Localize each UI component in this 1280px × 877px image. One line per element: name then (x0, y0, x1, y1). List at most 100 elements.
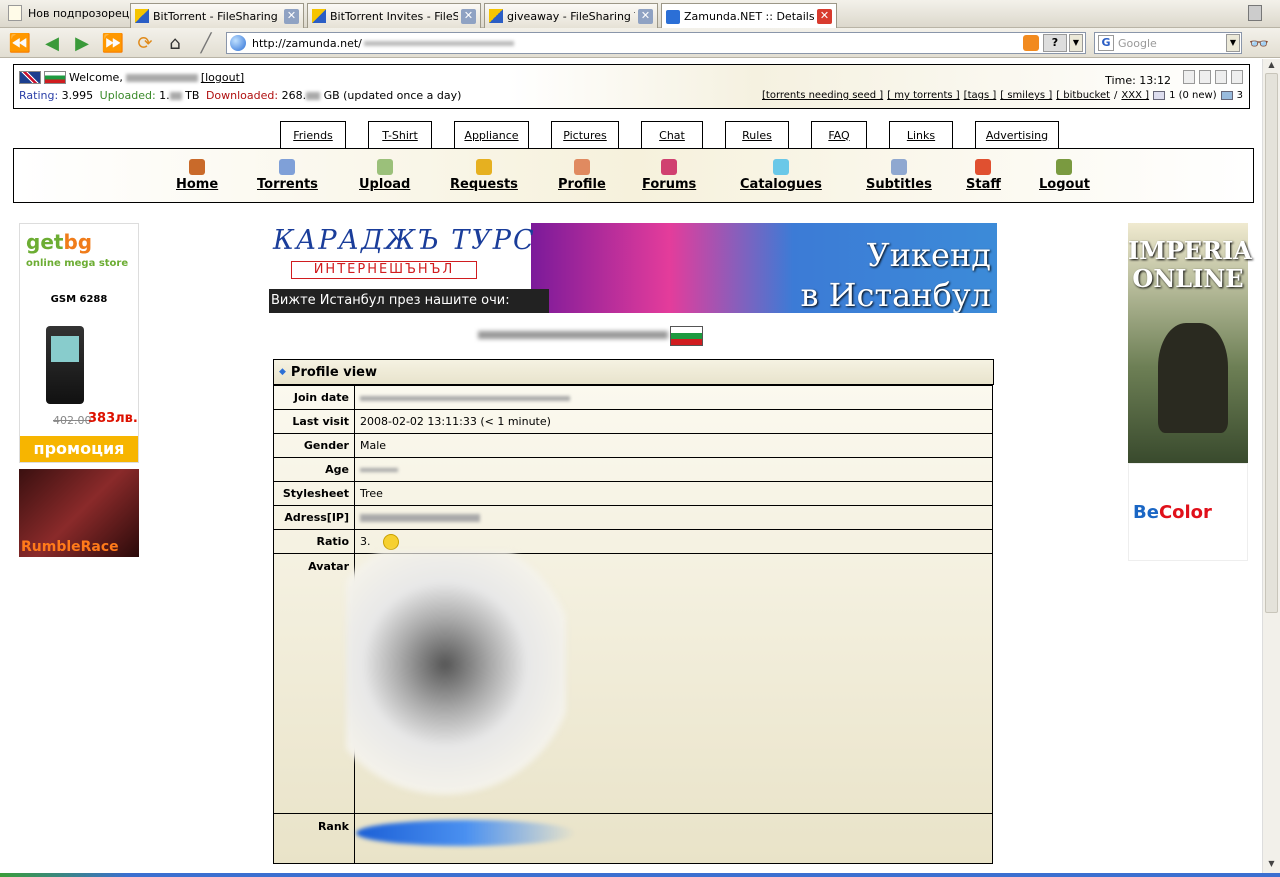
section-title: Profile view (290, 364, 377, 380)
nav-home[interactable]: Home (176, 159, 218, 192)
bitbucket-link[interactable]: [ bitbucket (1056, 90, 1110, 101)
my-torrents-link[interactable]: [ my torrents ] (887, 90, 960, 101)
inbox-icon[interactable] (1220, 91, 1233, 100)
chevron-down-icon[interactable]: ▼ (1226, 34, 1240, 52)
tab-appliance[interactable]: Appliance (454, 121, 529, 148)
tab-advertising[interactable]: Advertising (975, 121, 1059, 148)
torrents-needing-seed-link[interactable]: [torrents needing seed ] (762, 90, 883, 101)
logout-link[interactable]: [logout] (201, 71, 244, 84)
nav-torrents[interactable]: Torrents (257, 159, 318, 192)
tab-tshirt[interactable]: T-Shirt (368, 121, 432, 148)
tab-rules[interactable]: Rules (725, 121, 789, 148)
table-row: Age (273, 457, 993, 482)
nav-label: Subtitles (866, 177, 932, 192)
nav-requests[interactable]: Requests (450, 159, 518, 192)
search-icon[interactable] (1199, 70, 1211, 84)
close-tab-icon[interactable]: ✕ (638, 8, 653, 24)
scroll-up-icon[interactable]: ▲ (1265, 60, 1278, 72)
rewind-icon[interactable]: ⏪ (8, 31, 32, 55)
back-icon[interactable]: ◀ (40, 31, 64, 55)
rating-label: Rating: (19, 89, 59, 102)
scroll-down-icon[interactable]: ▼ (1265, 859, 1278, 871)
nav-staff[interactable]: Staff (966, 159, 1001, 192)
nav-label: Requests (450, 177, 518, 192)
tab-title: BitTorrent Invites - FileS... (330, 9, 458, 23)
row-label: Ratio (273, 529, 355, 554)
ratio-value: 3. (360, 534, 371, 548)
nav-label: Home (176, 177, 219, 192)
nav-label: Catalogues (740, 177, 822, 192)
staff-icon (975, 159, 992, 175)
nav-forums[interactable]: Forums (642, 159, 696, 192)
upload-icon (376, 159, 393, 175)
link-separator: / (1114, 90, 1118, 101)
blurred-value (360, 468, 398, 472)
tab-faq[interactable]: FAQ (811, 121, 867, 148)
nav-catalogues[interactable]: Catalogues (740, 159, 822, 192)
row-value (354, 385, 993, 410)
nav-logout[interactable]: Logout (1039, 159, 1090, 192)
banner-tagline: Вижте Истанбул през нашите очи: (269, 289, 549, 313)
table-row: Adress[IP] (273, 505, 993, 530)
pm-count[interactable]: 3 (1237, 90, 1243, 101)
phone-image (46, 326, 84, 404)
nav-label: Upload (359, 177, 411, 192)
address-bar[interactable]: http://zamunda.net/ ? ▼ (226, 32, 1086, 54)
chevron-down-icon[interactable]: ▼ (1069, 34, 1083, 52)
imperia-online-ad[interactable]: IMPERIA ONLINE (1128, 223, 1252, 463)
close-tab-icon[interactable]: ✕ (817, 9, 832, 24)
wand-icon[interactable]: ╱ (194, 31, 218, 55)
tab-pictures[interactable]: Pictures (551, 121, 619, 148)
smiley-icon (382, 533, 399, 550)
top-tabs: Friends T-Shirt Appliance Pictures Chat … (280, 121, 1081, 148)
browser-tab[interactable]: BitTorrent - FileSharing Talk ✕ (130, 3, 304, 28)
home-icon[interactable]: ⌂ (163, 31, 187, 55)
row-label: Join date (273, 385, 355, 410)
vertical-scrollbar[interactable]: ▲ ▼ (1262, 59, 1280, 873)
imperia-title: IMPERIA ONLINE (1128, 236, 1252, 293)
nav-label: Profile (558, 177, 606, 192)
istanbul-banner-ad[interactable]: КАРАДЖЪ ТУРС ИНТЕРНЕШЪНЪЛ Вижте Истанбул… (269, 223, 997, 313)
help-button[interactable]: ? (1043, 34, 1067, 52)
table-row: Join date (273, 385, 993, 410)
smileys-link[interactable]: [ smileys ] (1000, 90, 1052, 101)
messages-count[interactable]: 1 (0 new) (1169, 90, 1217, 101)
browser-tab[interactable]: BitTorrent Invites - FileS... ✕ (307, 3, 481, 28)
document-icon[interactable] (1215, 70, 1227, 84)
forward-icon[interactable]: ▶ (70, 31, 94, 55)
logout-icon (1056, 159, 1073, 175)
tab-links[interactable]: Links (889, 121, 953, 148)
bg-flag-icon[interactable] (44, 71, 66, 84)
blurred-value (360, 514, 480, 522)
browser-tab-active[interactable]: Zamunda.NET :: Details f... ✕ (661, 3, 837, 29)
rss-icon[interactable] (1023, 35, 1039, 51)
tab-friends[interactable]: Friends (280, 121, 346, 148)
xxx-link[interactable]: XXX ] (1121, 90, 1149, 101)
mail-icon[interactable] (1153, 91, 1166, 100)
users-icon[interactable] (1183, 70, 1195, 84)
search-input[interactable]: G Google ▼ (1094, 32, 1242, 54)
glasses-icon[interactable]: 👓 (1249, 34, 1269, 53)
scroll-thumb[interactable] (1265, 73, 1278, 613)
close-tab-icon[interactable]: ✕ (284, 8, 299, 24)
getbg-ad[interactable]: getbg online mega store GSM 6288 402.00 … (19, 223, 139, 463)
nav-profile[interactable]: Profile (558, 159, 606, 192)
browser-tab[interactable]: giveaway - FileSharing Talk ✕ (484, 3, 658, 28)
reload-icon[interactable]: ⟳ (133, 31, 157, 55)
becolor-ad[interactable]: BeColor (1128, 463, 1248, 561)
uk-flag-icon[interactable] (19, 71, 41, 84)
notes-icon[interactable] (1231, 70, 1243, 84)
blurred-digits (169, 92, 182, 100)
new-tab-button[interactable]: Нов подпрозорец (8, 5, 129, 21)
row-label: Rank (273, 813, 355, 864)
close-tab-icon[interactable]: ✕ (461, 8, 476, 24)
nav-subtitles[interactable]: Subtitles (866, 159, 932, 192)
nav-upload[interactable]: Upload (359, 159, 410, 192)
tags-link[interactable]: [tags ] (964, 90, 997, 101)
row-value (354, 505, 993, 530)
fast-forward-icon[interactable]: ⏩ (101, 31, 125, 55)
rumblerace-ad[interactable]: RumbleRace (19, 469, 139, 557)
trash-icon[interactable] (1248, 5, 1262, 21)
tab-title: BitTorrent - FileSharing Talk (153, 9, 281, 23)
tab-chat[interactable]: Chat (641, 121, 703, 148)
